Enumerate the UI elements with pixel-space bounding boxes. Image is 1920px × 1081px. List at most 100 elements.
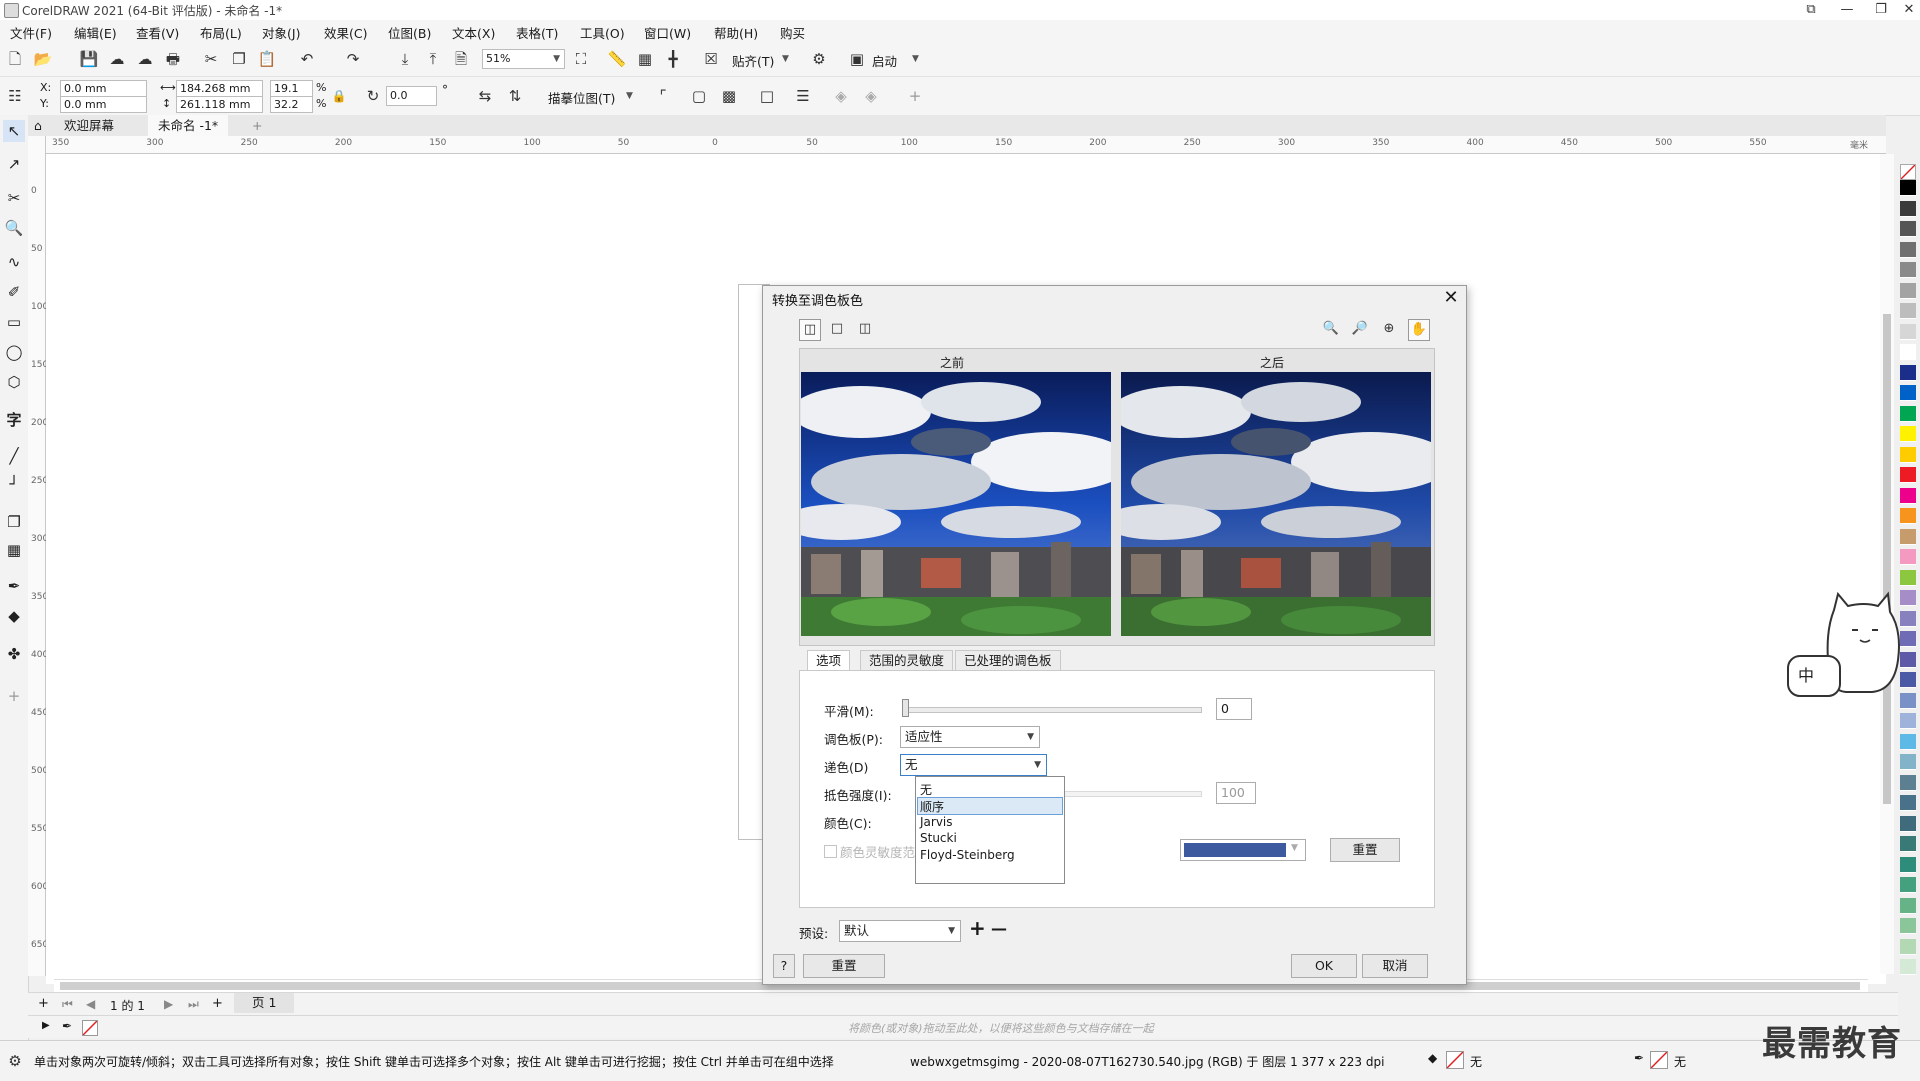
full-screen-icon[interactable]: ⛶ xyxy=(570,48,592,70)
reset-color-button[interactable]: 重置 xyxy=(1330,838,1400,862)
before-preview-image[interactable] xyxy=(801,372,1111,636)
palette-expand-icon[interactable]: ▶ xyxy=(42,1020,50,1031)
dither-option[interactable]: 无 xyxy=(920,781,932,798)
palette-swatch[interactable] xyxy=(1900,262,1916,278)
palette-swatch[interactable] xyxy=(1900,569,1916,586)
drop-shadow-tool-icon[interactable]: ❐ xyxy=(3,511,25,533)
menu-view[interactable]: 查看(V) xyxy=(136,23,179,42)
zoom-in-icon[interactable]: 🔍 xyxy=(1321,319,1341,339)
palette-swatch[interactable] xyxy=(1900,303,1916,319)
palette-swatch[interactable] xyxy=(1900,549,1916,565)
height-field[interactable]: 261.118 mm xyxy=(176,96,263,113)
mirror-horizontal-icon[interactable]: ⇆ xyxy=(474,85,496,107)
fill-tool-icon[interactable]: ◆ xyxy=(3,605,25,627)
save-icon[interactable]: 💾 xyxy=(78,48,100,70)
fill-indicator-icon[interactable]: ◆ xyxy=(1428,1051,1437,1065)
import-icon[interactable]: ⤓ xyxy=(394,48,416,70)
pan-hand-icon[interactable]: ✋ xyxy=(1408,319,1430,341)
guidelines-icon[interactable]: ╋ xyxy=(662,48,684,70)
close-window-button[interactable]: ✕ xyxy=(1892,0,1920,20)
freehand-tool-icon[interactable]: ∿ xyxy=(3,251,25,273)
trace-bitmap-menu[interactable]: 描摹位图(T) xyxy=(548,88,615,107)
pick-tool-icon[interactable]: ↖ xyxy=(3,120,25,142)
outline-pen-icon[interactable]: ✒ xyxy=(1634,1051,1644,1065)
lock-ratio-icon[interactable]: 🔒 xyxy=(328,85,350,107)
bitmap-border-icon[interactable]: □ xyxy=(756,85,778,107)
dither-option[interactable]: Floyd-Steinberg xyxy=(920,848,1015,862)
menu-edit[interactable]: 编辑(E) xyxy=(74,23,117,42)
palette-swatch[interactable] xyxy=(1900,180,1916,196)
cut-icon[interactable]: ✂ xyxy=(200,48,222,70)
help-button[interactable]: ? xyxy=(773,954,795,978)
menu-file[interactable]: 文件(F) xyxy=(10,23,52,42)
fill-none-swatch[interactable] xyxy=(1446,1051,1464,1069)
single-view-icon[interactable]: □ xyxy=(827,319,847,339)
preset-select[interactable]: 默认 ▼ xyxy=(839,920,961,942)
snap-off-icon[interactable]: ☒ xyxy=(700,48,722,70)
menu-effects[interactable]: 效果(C) xyxy=(324,23,367,42)
color-sensitivity-checkbox[interactable] xyxy=(824,845,837,858)
settings-gear-icon[interactable]: ⚙ xyxy=(4,1050,26,1072)
palette-swatch[interactable] xyxy=(1900,938,1916,955)
show-rulers-icon[interactable]: 📏 xyxy=(606,48,628,70)
cloud-upload-icon[interactable]: ☁ xyxy=(134,48,156,70)
connector-tool-icon[interactable]: ┘ xyxy=(3,473,25,495)
smart-fill-tool-icon[interactable]: ✤ xyxy=(3,643,25,665)
zoom-chevron-down-icon[interactable]: ▼ xyxy=(553,50,560,68)
zoom-level-field[interactable]: 51% ▼ xyxy=(482,49,565,69)
palette-swatch[interactable] xyxy=(1900,774,1916,791)
tab-processed-palette[interactable]: 已处理的调色板 xyxy=(955,650,1061,671)
palette-swatch[interactable] xyxy=(1900,467,1916,483)
zoom-fit-icon[interactable]: ⊕ xyxy=(1379,319,1399,339)
ellipse-tool-icon[interactable]: ◯ xyxy=(3,341,25,363)
width-field[interactable]: 184.268 mm xyxy=(176,80,263,97)
to-back-icon[interactable]: ◈ xyxy=(860,85,882,107)
y-position-field[interactable]: 0.0 mm xyxy=(60,96,147,113)
paste-icon[interactable]: 📋 xyxy=(256,48,278,70)
split-view-icon[interactable]: ◫ xyxy=(799,319,821,341)
palette-swatch[interactable] xyxy=(1900,959,1916,975)
menu-help[interactable]: 帮助(H) xyxy=(714,23,758,42)
vertical-scroll-thumb[interactable] xyxy=(1883,314,1891,804)
snap-to-menu[interactable]: 贴齐(T) xyxy=(732,51,774,70)
palette-swatch[interactable] xyxy=(1900,200,1916,217)
menu-bitmap[interactable]: 位图(B) xyxy=(388,23,431,42)
menu-window[interactable]: 窗口(W) xyxy=(644,23,691,42)
scale-x-field[interactable]: 19.1 xyxy=(270,80,313,97)
rectangle-tool-icon[interactable]: ▭ xyxy=(3,311,25,333)
dither-select[interactable]: 无 ▼ xyxy=(900,754,1047,776)
ok-button[interactable]: OK xyxy=(1291,954,1357,978)
copy-icon[interactable]: ❐ xyxy=(228,48,250,70)
palette-swatch[interactable] xyxy=(1900,754,1916,770)
palette-swatch[interactable] xyxy=(1900,426,1916,442)
palette-swatch[interactable] xyxy=(1900,856,1916,873)
home-icon[interactable]: ⌂ xyxy=(28,115,48,136)
palette-swatch[interactable] xyxy=(1900,918,1916,934)
to-front-icon[interactable]: ◈ xyxy=(830,85,852,107)
palette-swatch[interactable] xyxy=(1900,487,1916,504)
menu-object[interactable]: 对象(J) xyxy=(262,23,300,42)
eyedropper-tool-icon[interactable]: ✒ xyxy=(3,575,25,597)
palette-swatch[interactable] xyxy=(1900,528,1916,545)
dither-strength-slider[interactable] xyxy=(1050,791,1202,797)
pen-tool-icon[interactable]: ✐ xyxy=(3,281,25,303)
vertical-ruler[interactable]: 0 50 100 150 200 250 300 350 400 450 500 550 600 650 xyxy=(28,136,48,976)
cloud-download-icon[interactable]: ☁ xyxy=(106,48,128,70)
page-tab-1[interactable]: 页 1 xyxy=(234,993,295,1013)
reset-button[interactable]: 重置 xyxy=(803,954,885,978)
show-grid-icon[interactable]: ▦ xyxy=(634,48,656,70)
remove-preset-icon[interactable]: — xyxy=(991,919,1007,938)
input-method-mascot[interactable]: 中 xyxy=(1786,590,1906,710)
mirror-vertical-icon[interactable]: ⇅ xyxy=(504,85,526,107)
palette-swatch[interactable] xyxy=(1900,795,1916,811)
add-preset-icon[interactable]: + xyxy=(969,916,986,940)
options-gear-icon[interactable]: ⚙ xyxy=(808,48,830,70)
launch-icon[interactable]: ▣ xyxy=(846,48,868,70)
no-fill-swatch[interactable] xyxy=(82,1020,98,1036)
eyedropper-icon[interactable]: ✒ xyxy=(62,1019,72,1033)
next-page-icon[interactable]: ▶ xyxy=(164,997,173,1011)
smooth-slider-thumb[interactable] xyxy=(902,699,909,717)
tab-options[interactable]: 选项 xyxy=(807,650,851,671)
zoom-out-icon[interactable]: 🔎 xyxy=(1350,319,1370,339)
restore-extra-icon[interactable]: ⧉ xyxy=(1794,0,1828,20)
